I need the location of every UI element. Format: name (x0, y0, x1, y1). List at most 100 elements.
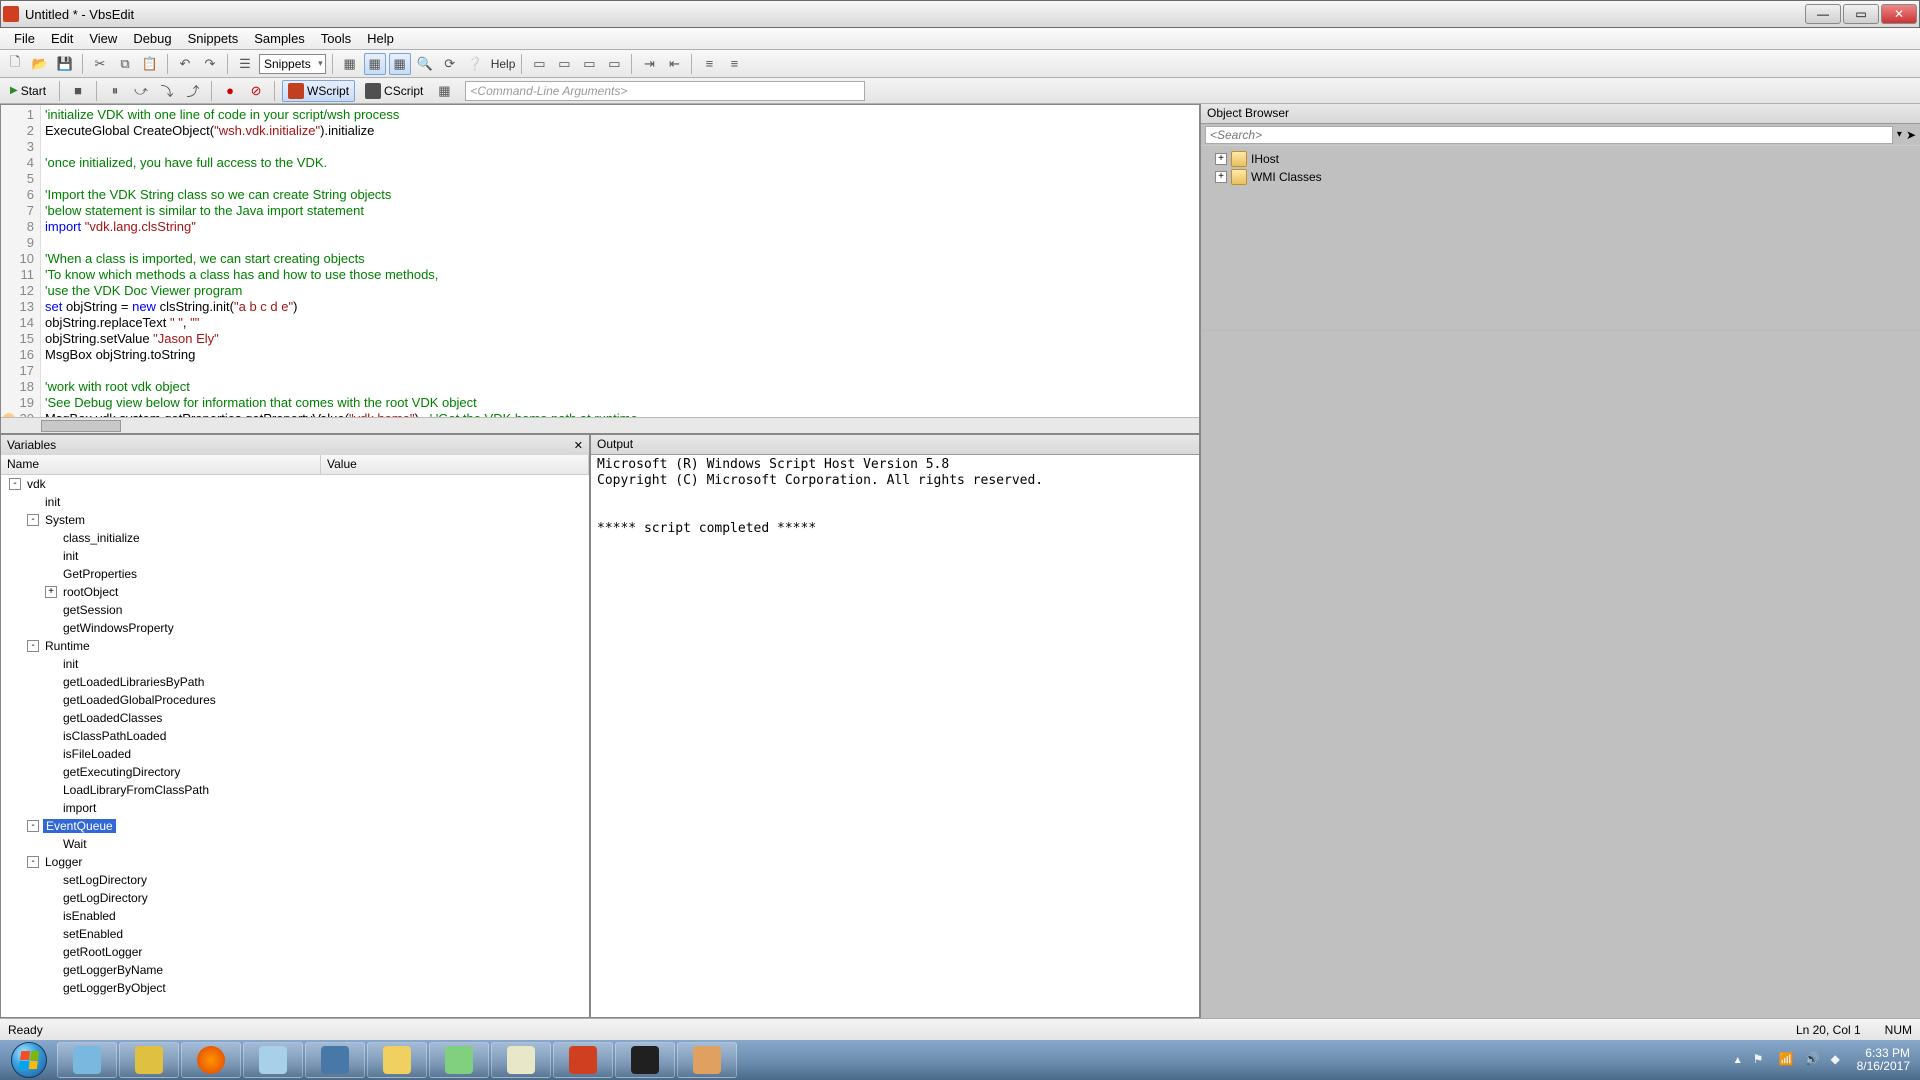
expand-icon[interactable]: - (9, 478, 21, 490)
var-getloggerbyobject[interactable]: getLoggerByObject (1, 979, 589, 997)
cut-icon[interactable]: ✂ (89, 53, 111, 75)
var-isenabled[interactable]: isEnabled (1, 907, 589, 925)
var-logger[interactable]: -Logger (1, 853, 589, 871)
menu-samples[interactable]: Samples (246, 29, 313, 48)
task-paint[interactable] (677, 1042, 737, 1078)
menu-file[interactable]: File (6, 29, 43, 48)
tray-clock[interactable]: 6:33 PM 8/16/2017 (1857, 1047, 1910, 1073)
var-loadlibraryfromclasspath[interactable]: LoadLibraryFromClassPath (1, 781, 589, 799)
task-vm[interactable] (305, 1042, 365, 1078)
var-getloadedclasses[interactable]: getLoadedClasses (1, 709, 589, 727)
copy-icon[interactable]: ⧉ (114, 53, 136, 75)
pane-4-icon[interactable]: ▭ (603, 53, 625, 75)
task-5[interactable] (429, 1042, 489, 1078)
variables-col-value[interactable]: Value (321, 455, 589, 474)
var-runtime[interactable]: -Runtime (1, 637, 589, 655)
var-getlogdirectory[interactable]: getLogDirectory (1, 889, 589, 907)
tray-network-icon[interactable]: 📶 (1779, 1052, 1795, 1068)
editor-scrollbar[interactable] (1, 417, 1199, 433)
menu-debug[interactable]: Debug (125, 29, 179, 48)
var-getwindowsproperty[interactable]: getWindowsProperty (1, 619, 589, 637)
menu-snippets[interactable]: Snippets (180, 29, 247, 48)
var-rootobject[interactable]: +rootObject (1, 583, 589, 601)
var-system[interactable]: -System (1, 511, 589, 529)
toggle-1-icon[interactable]: ▦ (339, 53, 361, 75)
tray-app-icon[interactable]: ◆ (1831, 1052, 1847, 1068)
var-isfileloaded[interactable]: isFileLoaded (1, 745, 589, 763)
variables-close-icon[interactable]: ✕ (574, 439, 583, 452)
var-init[interactable]: init (1, 547, 589, 565)
paste-icon[interactable]: 📋 (139, 53, 161, 75)
toggle-3-icon[interactable]: ▦ (389, 53, 411, 75)
var-import[interactable]: import (1, 799, 589, 817)
new-file-icon[interactable]: 🗋 (4, 53, 26, 75)
search-go-icon[interactable]: ➤ (1906, 128, 1916, 142)
task-firefox[interactable] (181, 1042, 241, 1078)
uncomment-icon[interactable]: ≡ (723, 53, 745, 75)
start-button[interactable] (2, 1040, 56, 1080)
var-getloadedlibrariesbypath[interactable]: getLoadedLibrariesByPath (1, 673, 589, 691)
command-line-arguments-input[interactable]: <Command-Line Arguments> (465, 81, 865, 101)
menu-help[interactable]: Help (359, 29, 402, 48)
task-2[interactable] (119, 1042, 179, 1078)
host-config-icon[interactable]: ▦ (433, 80, 455, 102)
task-1[interactable] (57, 1042, 117, 1078)
search-dropdown-icon[interactable]: ▾ (1897, 129, 1902, 140)
task-6[interactable] (491, 1042, 551, 1078)
tray-flag-icon[interactable]: ⚑ (1753, 1052, 1769, 1068)
var-init[interactable]: init (1, 493, 589, 511)
open-file-icon[interactable]: 📂 (29, 53, 51, 75)
code-editor[interactable]: 1234567891011121314151617181920 'initial… (0, 104, 1200, 434)
comment-icon[interactable]: ≡ (698, 53, 720, 75)
editor-code[interactable]: 'initialize VDK with one line of code in… (41, 105, 1199, 433)
start-button[interactable]: ▶Start (4, 82, 52, 100)
undo-icon[interactable]: ↶ (174, 53, 196, 75)
var-getexecutingdirectory[interactable]: getExecutingDirectory (1, 763, 589, 781)
tray-arrow-icon[interactable]: ▲ (1733, 1055, 1743, 1066)
var-setenabled[interactable]: setEnabled (1, 925, 589, 943)
stop-icon[interactable]: ■ (67, 80, 89, 102)
var-getproperties[interactable]: GetProperties (1, 565, 589, 583)
snippets-dropdown[interactable]: Snippets (259, 54, 326, 74)
clear-breakpoints-icon[interactable]: ⊘ (245, 80, 267, 102)
variables-tree[interactable]: -vdkinit-Systemclass_initializeinitGetPr… (1, 475, 589, 1017)
variables-col-name[interactable]: Name (1, 455, 321, 474)
ob-node-ihost[interactable]: +IHost (1205, 150, 1916, 168)
redo-icon[interactable]: ↷ (199, 53, 221, 75)
expand-icon[interactable]: + (1215, 153, 1227, 165)
scrollbar-thumb[interactable] (41, 420, 121, 432)
minimize-button[interactable]: — (1805, 4, 1841, 24)
task-explorer[interactable] (243, 1042, 303, 1078)
wscript-button[interactable]: WScript (282, 80, 355, 102)
task-folder[interactable] (367, 1042, 427, 1078)
expand-icon[interactable]: - (27, 856, 39, 868)
toggle-2-icon[interactable]: ▦ (364, 53, 386, 75)
var-eventqueue[interactable]: -EventQueue (1, 817, 589, 835)
tray-volume-icon[interactable]: 🔊 (1805, 1052, 1821, 1068)
var-class_initialize[interactable]: class_initialize (1, 529, 589, 547)
pane-2-icon[interactable]: ▭ (553, 53, 575, 75)
expand-icon[interactable]: + (45, 586, 57, 598)
breakpoint-icon[interactable]: ● (219, 80, 241, 102)
var-init[interactable]: init (1, 655, 589, 673)
maximize-button[interactable]: ▭ (1843, 4, 1879, 24)
var-getloggerbyname[interactable]: getLoggerByName (1, 961, 589, 979)
task-vbsedit[interactable] (553, 1042, 613, 1078)
step-out-icon[interactable]: ⤴ (182, 80, 204, 102)
step-into-icon[interactable]: ⤵ (156, 80, 178, 102)
expand-icon[interactable]: + (1215, 171, 1227, 183)
help-icon[interactable]: ❔ (464, 53, 486, 75)
var-getrootlogger[interactable]: getRootLogger (1, 943, 589, 961)
outdent-icon[interactable]: ⇤ (663, 53, 685, 75)
find-icon[interactable]: 🔍 (414, 53, 436, 75)
menu-edit[interactable]: Edit (43, 29, 81, 48)
var-isclasspathloaded[interactable]: isClassPathLoaded (1, 727, 589, 745)
close-button[interactable]: ✕ (1881, 4, 1917, 24)
refresh-icon[interactable]: ⟳ (439, 53, 461, 75)
expand-icon[interactable]: - (27, 820, 39, 832)
menu-view[interactable]: View (81, 29, 125, 48)
object-browser-tree[interactable]: +IHost+WMI Classes (1201, 146, 1920, 190)
ob-node-wmi-classes[interactable]: +WMI Classes (1205, 168, 1916, 186)
save-file-icon[interactable]: 💾 (54, 53, 76, 75)
var-getloadedglobalprocedures[interactable]: getLoadedGlobalProcedures (1, 691, 589, 709)
